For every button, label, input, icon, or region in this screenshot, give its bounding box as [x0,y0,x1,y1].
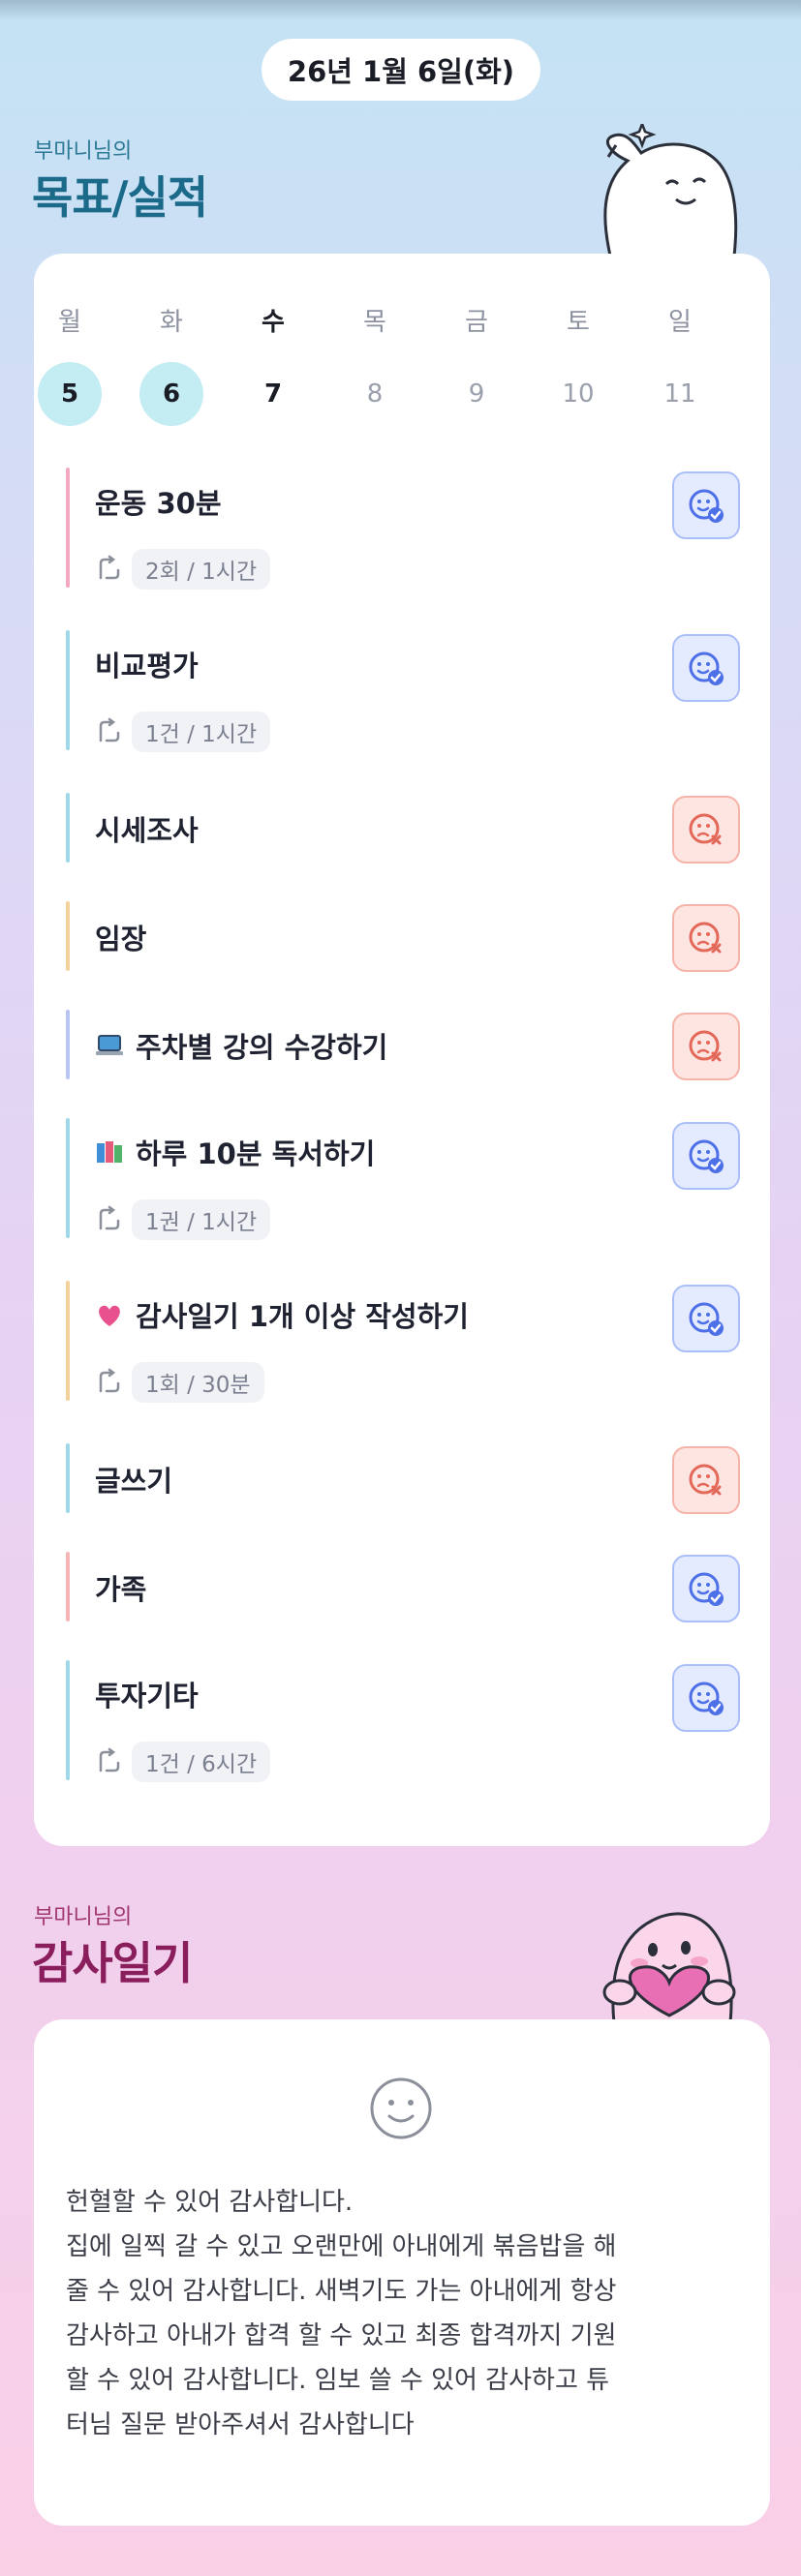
repeat-icon [95,717,124,746]
goal-record: 1건 / 1시간 [95,712,271,752]
goal-record-value: 1권 / 1시간 [132,1199,271,1240]
goal-record-value: 1건 / 6시간 [132,1742,271,1782]
smile-face-icon [370,2077,432,2139]
goal-color-bar [66,630,70,750]
goal-title: 운동 30분 [95,487,222,520]
books-emoji-icon [95,1137,124,1167]
goal-color-bar [66,1010,70,1079]
goal-item[interactable]: 비교평가 [95,644,199,684]
goal-record: 2회 / 1시간 [95,549,271,590]
goal-title: 시세조사 [95,814,199,847]
smile-check-icon[interactable] [672,1555,740,1622]
goal-color-bar [66,901,70,971]
diary-line: 터님 질문 받아주셔서 감사합니다 [66,2410,415,2440]
goal-record-value: 1건 / 1시간 [132,712,271,752]
smile-check-icon[interactable] [672,1664,740,1732]
diary-line: 감사하고 아내가 합격 할 수 있고 최종 합격까지 기원 [66,2321,617,2350]
goal-title: 글쓰기 [95,1465,173,1498]
day-7-button[interactable]: 7 [241,362,305,426]
goal-item[interactable]: 가족 [95,1567,146,1608]
weekday-label: 목 [363,308,386,337]
day-9-button[interactable]: 9 [445,362,508,426]
goal-title: 투자기타 [95,1680,199,1712]
goal-item[interactable]: 운동 30분 [95,481,222,522]
top-shadow [0,0,801,21]
repeat-icon [95,1368,124,1397]
goal-title: 가족 [95,1573,147,1606]
goals-owner-label: 부마니님의 [34,139,133,164]
frown-x-icon[interactable] [672,1013,740,1080]
goal-title: 하루 10분 독서하기 [136,1137,376,1170]
goal-color-bar [66,1660,70,1780]
goal-color-bar [66,1552,70,1621]
repeat-icon [95,1205,124,1234]
weekday-label: 월 [58,308,81,337]
diary-line: 줄 수 있어 감사합니다. 새벽기도 가는 아내에게 항상 [66,2277,617,2306]
frown-x-icon[interactable] [672,1446,740,1514]
goal-record: 1회 / 30분 [95,1362,264,1403]
goal-title: 감사일기 1개 이상 작성하기 [136,1300,469,1333]
goal-color-bar [66,793,70,863]
diary-line: 할 수 있어 감사합니다. 임보 쓸 수 있어 감사하고 튜 [66,2366,610,2395]
day-6-button[interactable]: 6 [139,362,203,426]
day-8-button[interactable]: 8 [343,362,407,426]
goals-section-title: 목표/실적 [32,171,208,224]
goal-record: 1건 / 6시간 [95,1742,271,1782]
weekday-label: 수 [262,308,285,337]
weekday-label: 금 [465,308,488,337]
goal-record-value: 1회 / 30분 [132,1362,264,1403]
weekday-label: 일 [668,308,692,337]
frown-x-icon[interactable] [672,796,740,864]
smile-check-icon[interactable] [672,1285,740,1352]
smile-check-icon[interactable] [672,471,740,539]
diary-line: 헌혈할 수 있어 감사합니다. [66,2188,354,2217]
goal-item[interactable]: 시세조사 [95,808,199,849]
goal-item[interactable]: 주차별 강의 수강하기 [95,1025,387,1066]
heart-mascot-illustration [602,1912,736,2023]
goal-title: 비교평가 [95,650,199,682]
diary-line: 집에 일찍 갈 수 있고 오랜만에 아내에게 볶음밥을 해 [66,2232,617,2261]
smile-check-icon[interactable] [672,1122,740,1190]
goal-item[interactable]: 하루 10분 독서하기 [95,1132,375,1172]
goal-title: 임장 [95,923,147,955]
goal-item[interactable]: 임장 [95,917,146,957]
goal-item[interactable]: 글쓰기 [95,1459,172,1500]
goal-title: 주차별 강의 수강하기 [136,1031,388,1064]
goal-item[interactable]: 감사일기 1개 이상 작성하기 [95,1294,469,1335]
ghost-mascot-illustration [603,124,738,256]
day-5-button[interactable]: 5 [38,362,102,426]
repeat-icon [95,555,124,584]
goal-color-bar [66,468,70,588]
heart-emoji-icon [95,1300,124,1329]
day-10-button[interactable]: 10 [546,362,610,426]
frown-x-icon[interactable] [672,904,740,972]
gratitude-diary-text: 헌혈할 수 있어 감사합니다. 집에 일찍 갈 수 있고 오랜만에 아내에게 볶음… [66,2180,744,2447]
goal-color-bar [66,1281,70,1401]
goal-record: 1권 / 1시간 [95,1199,271,1240]
goal-record-value: 2회 / 1시간 [132,549,271,590]
goal-color-bar [66,1118,70,1238]
laptop-emoji-icon [95,1031,124,1060]
weekday-label: 화 [160,308,183,337]
gratitude-owner-label: 부마니님의 [34,1905,133,1929]
repeat-icon [95,1747,124,1776]
smile-check-icon[interactable] [672,634,740,702]
day-11-button[interactable]: 11 [648,362,712,426]
gratitude-section-title: 감사일기 [32,1937,193,1989]
date-pill[interactable]: 26년 1월 6일(화) [262,39,540,101]
goal-color-bar [66,1443,70,1513]
weekday-label: 토 [567,308,590,337]
goal-item[interactable]: 투자기타 [95,1674,199,1714]
